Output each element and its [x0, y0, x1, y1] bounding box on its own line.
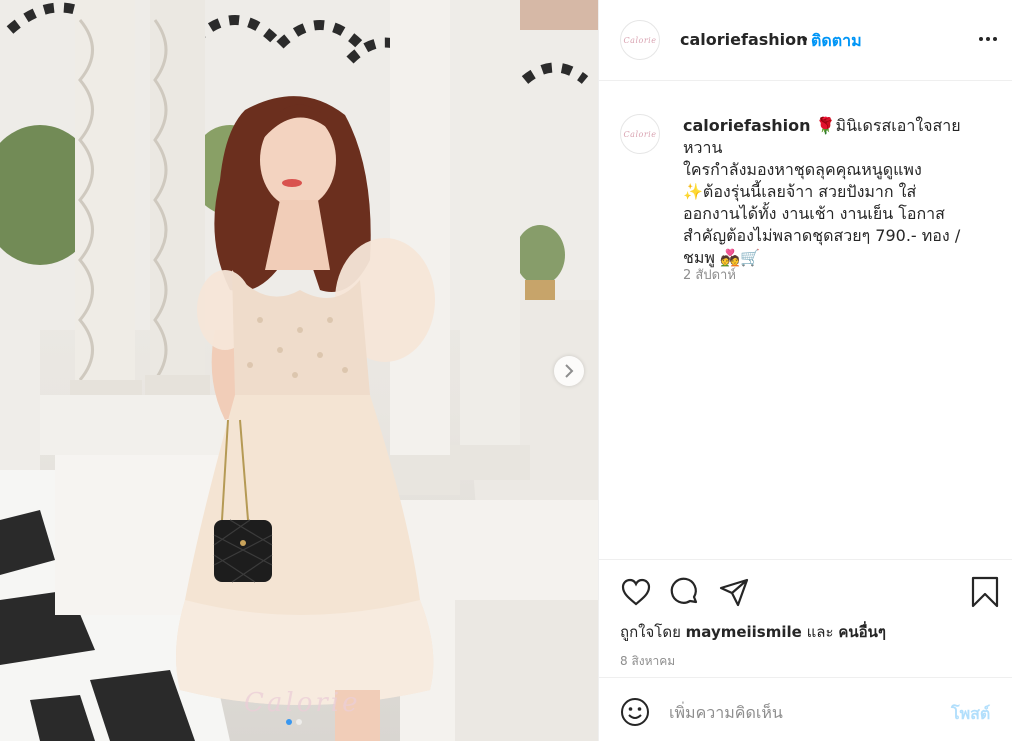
comment-button[interactable]	[669, 576, 701, 608]
likes-others-link[interactable]: คนอื่นๆ	[838, 623, 886, 641]
chevron-right-icon	[565, 364, 574, 378]
likes-summary: ถูกใจโดย maymeiismile และ คนอื่นๆ	[620, 620, 886, 644]
caption-line-4: ออกงานได้ทั้ง งานเช้า งานเย็น โอกาส	[683, 204, 945, 223]
heart-icon	[621, 578, 651, 606]
emoji-button[interactable]	[620, 697, 650, 727]
avatar[interactable]: Calorie	[620, 20, 660, 60]
like-button[interactable]	[620, 576, 652, 608]
comment-input[interactable]	[669, 698, 929, 726]
caption-username-link[interactable]: caloriefashion	[683, 116, 811, 135]
carousel-dot-active	[286, 719, 292, 725]
post-caption: caloriefashion 🌹มินิเดรสเอาใจสายหวาน ใคร…	[683, 115, 993, 269]
caption-avatar[interactable]: Calorie	[620, 114, 660, 154]
follow-button[interactable]: ติดตาม	[811, 29, 862, 54]
carousel-dots	[286, 719, 302, 725]
avatar-logo-text: Calorie	[623, 129, 657, 139]
more-dots-icon	[979, 37, 983, 41]
post-actions: ถูกใจโดย maymeiismile และ คนอื่นๆ 8 สิงห…	[599, 559, 1012, 677]
post-header: Calorie caloriefashion • ติดตาม	[599, 0, 1012, 81]
username-link[interactable]: caloriefashion	[680, 30, 808, 49]
post-photo-image	[0, 0, 598, 741]
post-side-panel: Calorie caloriefashion • ติดตาม Calorie …	[598, 0, 1012, 741]
carousel-next-button[interactable]	[554, 356, 584, 386]
likes-prefix: ถูกใจโดย	[620, 623, 681, 641]
liker-username-link[interactable]: maymeiismile	[686, 623, 802, 641]
emoji-icon	[621, 698, 649, 726]
dot-separator: •	[800, 30, 810, 49]
save-button[interactable]	[969, 576, 1001, 608]
caption-line-2: ใครกำลังมองหาชุดลุคคุณหนูดูแพง	[683, 160, 922, 179]
photo-watermark: Calorie	[244, 688, 361, 718]
avatar-logo-text: Calorie	[623, 35, 657, 45]
bookmark-icon	[971, 576, 999, 608]
caption-line-3: ✨ต้องรุ่นนี้เลยจ้าา สวยปังมาก ใส่	[683, 182, 917, 201]
comment-icon	[670, 577, 698, 604]
post-photo[interactable]: Calorie	[0, 0, 598, 741]
paper-plane-icon	[719, 578, 749, 607]
caption-line-5: สำคัญต้องไม่พลาดชุดสวยๆ 790.- ทอง /	[683, 226, 961, 245]
caption-timestamp[interactable]: 2 สัปดาห์	[683, 264, 736, 285]
post-comment-button[interactable]: โพสต์	[951, 702, 990, 727]
post-date[interactable]: 8 สิงหาคม	[620, 652, 675, 671]
carousel-dot	[296, 719, 302, 725]
likes-and: และ	[806, 623, 834, 641]
more-options-button[interactable]	[975, 28, 1001, 50]
comment-bar: โพสต์	[599, 677, 1012, 741]
share-button[interactable]	[718, 576, 750, 608]
